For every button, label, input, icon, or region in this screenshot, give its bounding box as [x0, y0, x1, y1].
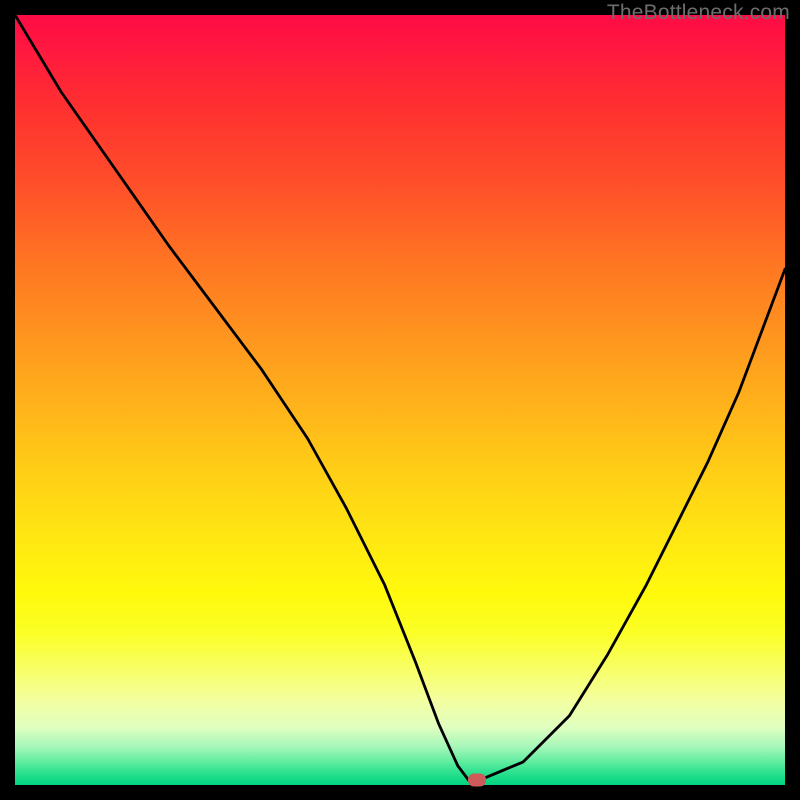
watermark-label: TheBottleneck.com: [607, 1, 790, 25]
curve-path: [15, 15, 785, 781]
bottleneck-curve: [15, 15, 785, 785]
chart-frame: TheBottleneck.com: [0, 0, 800, 800]
chart-plot-area: [15, 15, 785, 785]
bottleneck-marker: [468, 773, 486, 786]
